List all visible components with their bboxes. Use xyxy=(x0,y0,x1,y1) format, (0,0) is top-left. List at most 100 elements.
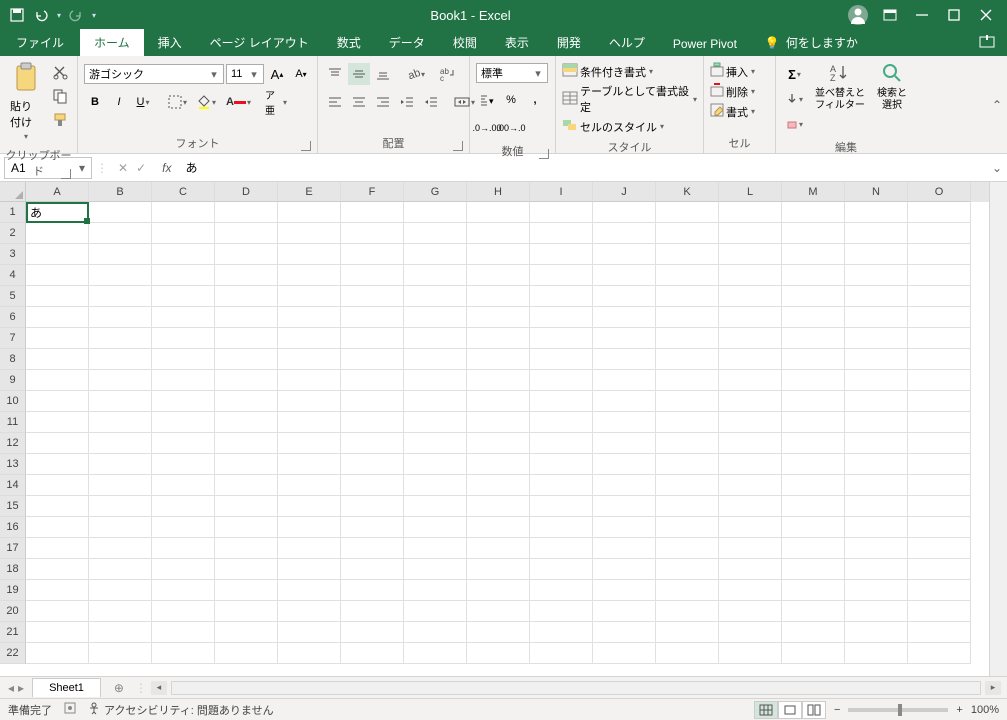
cell[interactable] xyxy=(215,244,278,265)
align-left-button[interactable] xyxy=(324,91,346,113)
redo-icon[interactable] xyxy=(67,6,85,24)
cell[interactable] xyxy=(719,391,782,412)
col-header[interactable]: C xyxy=(152,182,215,202)
undo-icon[interactable] xyxy=(32,6,50,24)
cell[interactable] xyxy=(593,370,656,391)
decrease-indent-button[interactable] xyxy=(396,91,418,113)
cell[interactable] xyxy=(908,622,971,643)
cell[interactable] xyxy=(278,370,341,391)
cell[interactable] xyxy=(719,307,782,328)
cell[interactable] xyxy=(908,601,971,622)
cell[interactable] xyxy=(215,265,278,286)
insert-cells-button[interactable]: 挿入▾ xyxy=(710,63,755,80)
cell[interactable] xyxy=(341,433,404,454)
cell[interactable] xyxy=(89,496,152,517)
orientation-button[interactable]: ab▾ xyxy=(402,63,429,85)
wrap-text-button[interactable]: abc xyxy=(437,63,459,85)
cell[interactable] xyxy=(719,328,782,349)
cell[interactable] xyxy=(341,307,404,328)
cell[interactable] xyxy=(467,580,530,601)
cell[interactable] xyxy=(26,517,89,538)
cell[interactable] xyxy=(782,601,845,622)
cell[interactable] xyxy=(404,244,467,265)
cell[interactable] xyxy=(404,202,467,223)
cell[interactable] xyxy=(152,391,215,412)
cell[interactable] xyxy=(908,244,971,265)
cell[interactable] xyxy=(467,496,530,517)
cell[interactable] xyxy=(341,328,404,349)
cell[interactable] xyxy=(278,538,341,559)
cell[interactable] xyxy=(278,265,341,286)
cell[interactable] xyxy=(908,643,971,664)
copy-button[interactable] xyxy=(49,85,71,107)
cell[interactable] xyxy=(782,454,845,475)
cell[interactable] xyxy=(278,433,341,454)
cell[interactable] xyxy=(89,559,152,580)
cell[interactable] xyxy=(404,370,467,391)
cell[interactable] xyxy=(152,412,215,433)
cell[interactable] xyxy=(89,202,152,223)
col-header[interactable]: E xyxy=(278,182,341,202)
cell[interactable] xyxy=(404,643,467,664)
sheet-nav-next[interactable]: ▸ xyxy=(18,681,24,695)
cancel-formula-button[interactable]: ✕ xyxy=(118,161,128,175)
formula-bar-input[interactable]: あ xyxy=(177,157,987,179)
cell[interactable] xyxy=(404,265,467,286)
cell[interactable] xyxy=(89,412,152,433)
row-header[interactable]: 5 xyxy=(0,286,26,307)
cell[interactable] xyxy=(908,286,971,307)
maximize-icon[interactable] xyxy=(945,6,963,24)
cell[interactable] xyxy=(719,622,782,643)
cell[interactable] xyxy=(908,496,971,517)
clear-button[interactable]: ▾ xyxy=(782,113,807,135)
cell[interactable] xyxy=(404,433,467,454)
cell[interactable] xyxy=(215,391,278,412)
cell[interactable] xyxy=(719,454,782,475)
cell[interactable] xyxy=(530,265,593,286)
cell[interactable] xyxy=(782,349,845,370)
cell[interactable] xyxy=(215,496,278,517)
cell[interactable] xyxy=(656,412,719,433)
increase-decimal-button[interactable]: .0→.00 xyxy=(476,117,498,139)
cell[interactable] xyxy=(26,349,89,370)
cell[interactable] xyxy=(467,391,530,412)
cell[interactable] xyxy=(719,475,782,496)
cell[interactable] xyxy=(908,202,971,223)
cell[interactable] xyxy=(215,286,278,307)
cell[interactable] xyxy=(719,643,782,664)
cell[interactable] xyxy=(656,538,719,559)
phonetic-button[interactable]: ア亜▾ xyxy=(265,91,287,113)
cell[interactable] xyxy=(530,370,593,391)
cell[interactable] xyxy=(530,412,593,433)
cell[interactable] xyxy=(845,391,908,412)
cell[interactable] xyxy=(215,202,278,223)
cell[interactable] xyxy=(152,328,215,349)
cell[interactable] xyxy=(89,580,152,601)
cell[interactable] xyxy=(593,391,656,412)
autosum-button[interactable]: Σ▾ xyxy=(782,63,807,85)
cell[interactable] xyxy=(719,286,782,307)
cell[interactable] xyxy=(341,496,404,517)
cell[interactable] xyxy=(278,601,341,622)
cell[interactable] xyxy=(89,643,152,664)
cell[interactable] xyxy=(908,433,971,454)
cell[interactable] xyxy=(89,349,152,370)
cell[interactable] xyxy=(908,580,971,601)
cell[interactable] xyxy=(530,454,593,475)
cell[interactable] xyxy=(215,475,278,496)
cell[interactable] xyxy=(152,433,215,454)
cell[interactable] xyxy=(782,433,845,454)
cell[interactable] xyxy=(593,454,656,475)
cell[interactable] xyxy=(278,643,341,664)
cell[interactable] xyxy=(152,202,215,223)
cell[interactable] xyxy=(782,391,845,412)
cell[interactable] xyxy=(908,370,971,391)
cell[interactable] xyxy=(341,559,404,580)
fill-color-button[interactable]: ▾ xyxy=(193,91,220,113)
cell[interactable] xyxy=(593,244,656,265)
cell[interactable] xyxy=(467,244,530,265)
number-format-combo[interactable]: 標準▾ xyxy=(476,63,548,83)
cell[interactable] xyxy=(845,454,908,475)
cell[interactable] xyxy=(530,643,593,664)
cell[interactable] xyxy=(845,202,908,223)
